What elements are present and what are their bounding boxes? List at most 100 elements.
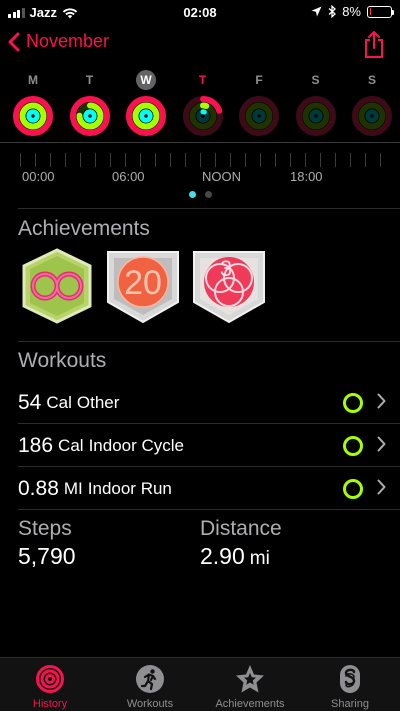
activity-rings-icon [126,96,166,136]
activity-rings-icon [13,96,53,136]
status-right: 8% [311,4,394,19]
tab-history[interactable]: History [0,658,100,711]
tab-achievements[interactable]: Achievements [200,658,300,711]
day-6[interactable]: S [350,70,394,143]
activity-rings-icon [182,96,223,136]
workout-row-indoor-run[interactable]: 0.88 MI Indoor Run [18,467,400,510]
day-letter: F [255,73,263,87]
timeline-tick [290,153,291,167]
timeline-label-0600: 06:00 [112,169,145,184]
day-5[interactable]: S [294,70,338,143]
distance-value: 2.90 [200,543,245,569]
timeline-ticks [20,153,382,167]
activity-rings-icon [295,96,336,136]
day-letter: S [311,73,320,87]
activity-rings-icon [352,96,392,136]
workout-value: 186 [18,433,54,457]
timeline-tick [80,153,81,167]
star-badge-icon [236,665,264,693]
svg-text:3: 3 [220,256,232,281]
steps-stat: Steps 5,790 [18,517,76,570]
workout-row-indoor-cycle[interactable]: 186 Cal Indoor Cycle [18,424,400,467]
timeline-tick [305,153,306,167]
move-goal-300-badge-icon[interactable]: 3 [190,248,268,324]
sharing-icon [340,665,360,693]
day-letter: M [28,73,38,87]
timeline-tick [380,153,381,167]
timeline-tick [155,153,156,167]
stand-ring [139,109,153,123]
timeline-label-0000: 00:00 [22,169,55,184]
timeline-tick [170,153,171,167]
divider [18,509,400,510]
timeline-tick [215,153,216,167]
timeline-tick [230,153,231,167]
perfect-week-badge-icon[interactable] [18,248,96,324]
chevron-right-icon [377,436,386,452]
steps-value: 5,790 [18,543,76,569]
day-0[interactable]: M [11,70,55,143]
workout-row-other[interactable]: 54 Cal Other [18,381,400,424]
timeline-tick [35,153,36,167]
workout-unit: MI [63,478,83,498]
timeline-tick [335,153,336,167]
page-indicator[interactable] [0,191,400,198]
distance-value-row: 2.90 mi [200,543,282,570]
timeline-tick [275,153,276,167]
workout-ring-icon [343,479,363,499]
battery-percent: 8% [342,4,361,19]
stand-ring [26,109,40,123]
day-letter: W [124,70,168,90]
battery-icon [367,5,394,18]
page-dot [204,191,212,198]
chevron-right-icon [377,393,386,409]
workouts-title: Workouts [18,349,107,372]
workout-name: Indoor Cycle [88,435,184,455]
timeline-tick [365,153,366,167]
timeline-label-noon: NOON [202,169,241,184]
timeline-tick [260,153,261,167]
timeline-tick [350,153,351,167]
chevron-left-icon [8,32,20,51]
tab-sharing[interactable]: Sharing [300,658,400,711]
day-4[interactable]: F [237,70,281,143]
timeline-tick [185,153,186,167]
bluetooth-icon [328,5,337,18]
timeline-tick [20,153,21,167]
tab-workouts[interactable]: Workouts [100,658,200,711]
distance-unit: mi [249,548,270,569]
tab-label: Sharing [331,698,369,710]
workout-ring-icon [343,436,363,456]
timeline-tick [95,153,96,167]
distance-label: Distance [200,517,282,540]
location-arrow-icon [311,6,322,17]
back-button-label: November [26,31,110,51]
timeline-tick [125,153,126,167]
timeline-tick [50,153,51,167]
achievements-badges: 20 3 [18,248,268,324]
chevron-right-icon [377,479,386,495]
day-3[interactable]: T [181,70,225,143]
activity-rings-icon [69,96,110,136]
move-goal-200-badge-icon[interactable]: 20 [104,248,182,324]
running-figure-icon [136,665,164,693]
workout-name: Other [76,392,120,412]
divider [18,341,400,342]
workout-ring-icon [343,393,363,413]
steps-label: Steps [18,517,72,540]
share-button[interactable] [364,30,384,63]
tab-label: History [32,698,68,710]
day-letter: T [198,73,207,87]
share-icon [365,31,383,58]
back-button[interactable]: November [8,31,109,52]
day-1[interactable]: T [68,70,112,143]
timeline-tick [320,153,321,167]
day-letter: T [85,73,94,87]
svg-text:20: 20 [124,264,162,302]
tab-label: Achievements [215,698,285,710]
day-2[interactable]: W [124,70,168,143]
status-bar: Jazz 02:08 8% [0,0,400,24]
activity-timeline[interactable]: 00:00 06:00 NOON 18:00 [0,142,400,208]
page-dot-active [188,191,196,198]
workout-unit: Cal [58,435,84,455]
